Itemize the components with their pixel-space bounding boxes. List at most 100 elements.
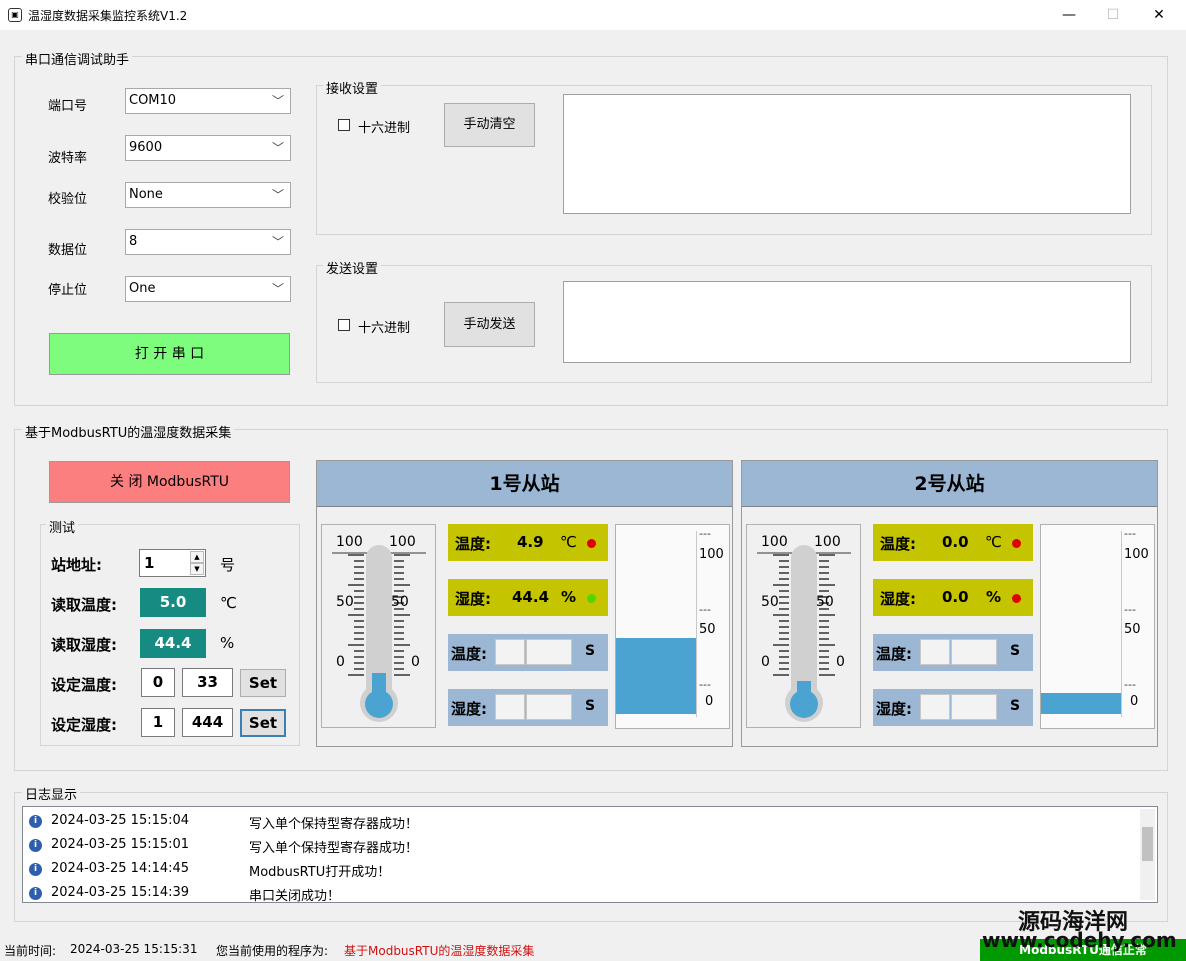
set-hum-value-input[interactable]: 444 (182, 708, 233, 737)
databits-select[interactable]: 8 ﹀ (125, 229, 291, 255)
setpoint-input[interactable] (920, 639, 950, 665)
close-modbus-button[interactable]: 关 闭 ModbusRTU (49, 461, 290, 503)
station-title-2: 2号从站 (742, 461, 1157, 507)
log-row: i 2024-03-25 14:14:45 ModbusRTU打开成功！ (29, 859, 1129, 881)
databits-value: 8 (129, 234, 138, 249)
log-row: i 2024-03-25 15:15:01 写入单个保持型寄存器成功！ (29, 835, 1129, 857)
station2-temp-readout: 温度: 0.0 ℃ (873, 524, 1033, 561)
hum-label: 湿度: (455, 590, 491, 608)
clear-button[interactable]: 手动清空 (444, 103, 535, 147)
station2-temp-setpoint: 温度: S (873, 634, 1033, 671)
parity-select[interactable]: None ﹀ (125, 182, 291, 208)
hum-value: 0.0 (942, 588, 969, 606)
setpoint-input[interactable] (526, 694, 572, 720)
thermometer-1: 100 100 50 50 0 0 (321, 524, 436, 728)
set-temp-unit: S (1010, 643, 1021, 659)
set-temp-address-input[interactable]: 0 (141, 668, 175, 697)
thermometer-icon (332, 545, 426, 722)
tank-axis (1121, 531, 1122, 717)
receive-hex-checkbox[interactable] (338, 119, 350, 131)
setpoint-input[interactable] (495, 694, 525, 720)
chevron-down-icon: ﹀ (271, 282, 284, 296)
set-hum-unit: S (1010, 698, 1021, 714)
log-scrollbar[interactable] (1140, 809, 1155, 900)
set-hum-button[interactable]: Set (240, 709, 286, 737)
tank-tick-bot: 0 (1130, 694, 1139, 709)
set-hum-label: 湿度: (451, 700, 487, 718)
maximize-button[interactable]: ☐ (1090, 0, 1136, 30)
spin-up-icon[interactable]: ▲ (190, 551, 204, 563)
send-button[interactable]: 手动发送 (444, 302, 535, 347)
setpoint-input[interactable] (495, 639, 525, 665)
setpoint-input[interactable] (920, 694, 950, 720)
setpoint-input[interactable] (951, 639, 997, 665)
info-icon: i (29, 839, 42, 852)
station2-hum-setpoint: 湿度: S (873, 689, 1033, 726)
temp-label: 温度: (880, 535, 916, 553)
log-time: 2024-03-25 15:15:04 (51, 813, 190, 828)
set-temp-label: 温度: (451, 645, 487, 663)
log-scrollbar-thumb[interactable] (1142, 827, 1153, 861)
set-temp-button[interactable]: Set (240, 669, 286, 697)
thermo-scale-top-right: 100 (389, 534, 416, 550)
thermo-scale-bot-left: 0 (761, 654, 770, 670)
set-temp-unit: S (585, 643, 596, 659)
set-hum-unit: S (585, 698, 596, 714)
baud-label: 波特率 (48, 151, 88, 166)
temp-value: 0.0 (942, 533, 969, 551)
setpoint-input[interactable] (951, 694, 997, 720)
station1-hum-readout: 湿度: 44.4 % (448, 579, 608, 616)
status-dot-icon (1012, 594, 1021, 603)
set-hum-label: 湿度: (876, 700, 912, 718)
thermo-scale-bot-right: 0 (411, 654, 420, 670)
hum-unit: % (561, 588, 577, 606)
station1-hum-setpoint: 湿度: S (448, 689, 608, 726)
databits-label: 数据位 (48, 243, 88, 258)
read-temp-label: 读取温度: (51, 596, 117, 614)
serial-group-title: 串口通信调试助手 (22, 49, 133, 68)
program-label: 您当前使用的程序为: (216, 944, 329, 958)
temp-label: 温度: (455, 535, 491, 553)
modbus-group-title: 基于ModbusRTU的温湿度数据采集 (22, 422, 235, 441)
port-value: COM10 (129, 93, 177, 108)
status-dot-icon (587, 539, 596, 548)
log-message: 写入单个保持型寄存器成功！ (249, 817, 419, 832)
thermo-scale-mid-right: 50 (391, 594, 409, 610)
read-temp-value: 5.0 (140, 588, 206, 617)
log-message: 写入单个保持型寄存器成功！ (249, 841, 419, 856)
info-icon: i (29, 863, 42, 876)
station-address-spinner[interactable]: 1 ▲ ▼ (139, 549, 206, 577)
app-icon: ▣ (8, 8, 22, 22)
station1-temp-readout: 温度: 4.9 ℃ (448, 524, 608, 561)
watermark-url: www.codehy.com (982, 928, 1177, 952)
stopbits-select[interactable]: One ﹀ (125, 276, 291, 302)
port-select[interactable]: COM10 ﹀ (125, 88, 291, 114)
set-hum-address-input[interactable]: 1 (141, 708, 175, 737)
log-message: 串口关闭成功！ (249, 889, 341, 904)
thermo-scale-mid-left: 50 (336, 594, 354, 610)
station-panel-1: 1号从站 100 100 50 50 0 0 温度: 4.9 ℃ 湿度: 44.… (316, 460, 733, 747)
tank-tick-top: 100 (699, 547, 724, 562)
set-temp-value-input[interactable]: 33 (182, 668, 233, 697)
station-panel-2: 2号从站 100 100 50 50 0 0 温度: 0.0 ℃ 湿度: 0.0… (741, 460, 1158, 747)
send-textarea[interactable] (563, 281, 1131, 363)
spin-down-icon[interactable]: ▼ (190, 563, 204, 575)
receive-textarea[interactable] (563, 94, 1131, 214)
send-hex-checkbox[interactable] (338, 319, 350, 331)
info-icon: i (29, 887, 42, 900)
log-group-title: 日志显示 (22, 784, 81, 803)
parity-label: 校验位 (48, 192, 88, 207)
station-title-1: 1号从站 (317, 461, 732, 507)
minimize-button[interactable]: — (1046, 0, 1092, 30)
log-list[interactable]: i 2024-03-25 15:15:04 写入单个保持型寄存器成功！ i 20… (22, 806, 1158, 904)
thermo-scale-mid-right: 50 (816, 594, 834, 610)
open-port-button[interactable]: 打 开 串 口 (49, 333, 290, 375)
setpoint-input[interactable] (526, 639, 572, 665)
tank-level-fill (1041, 693, 1121, 714)
hum-value: 44.4 (512, 588, 550, 606)
log-message: ModbusRTU打开成功！ (249, 865, 391, 880)
baud-select[interactable]: 9600 ﹀ (125, 135, 291, 161)
thermo-scale-top-right: 100 (814, 534, 841, 550)
temp-value: 4.9 (517, 533, 544, 551)
close-window-button[interactable]: ✕ (1136, 0, 1182, 30)
